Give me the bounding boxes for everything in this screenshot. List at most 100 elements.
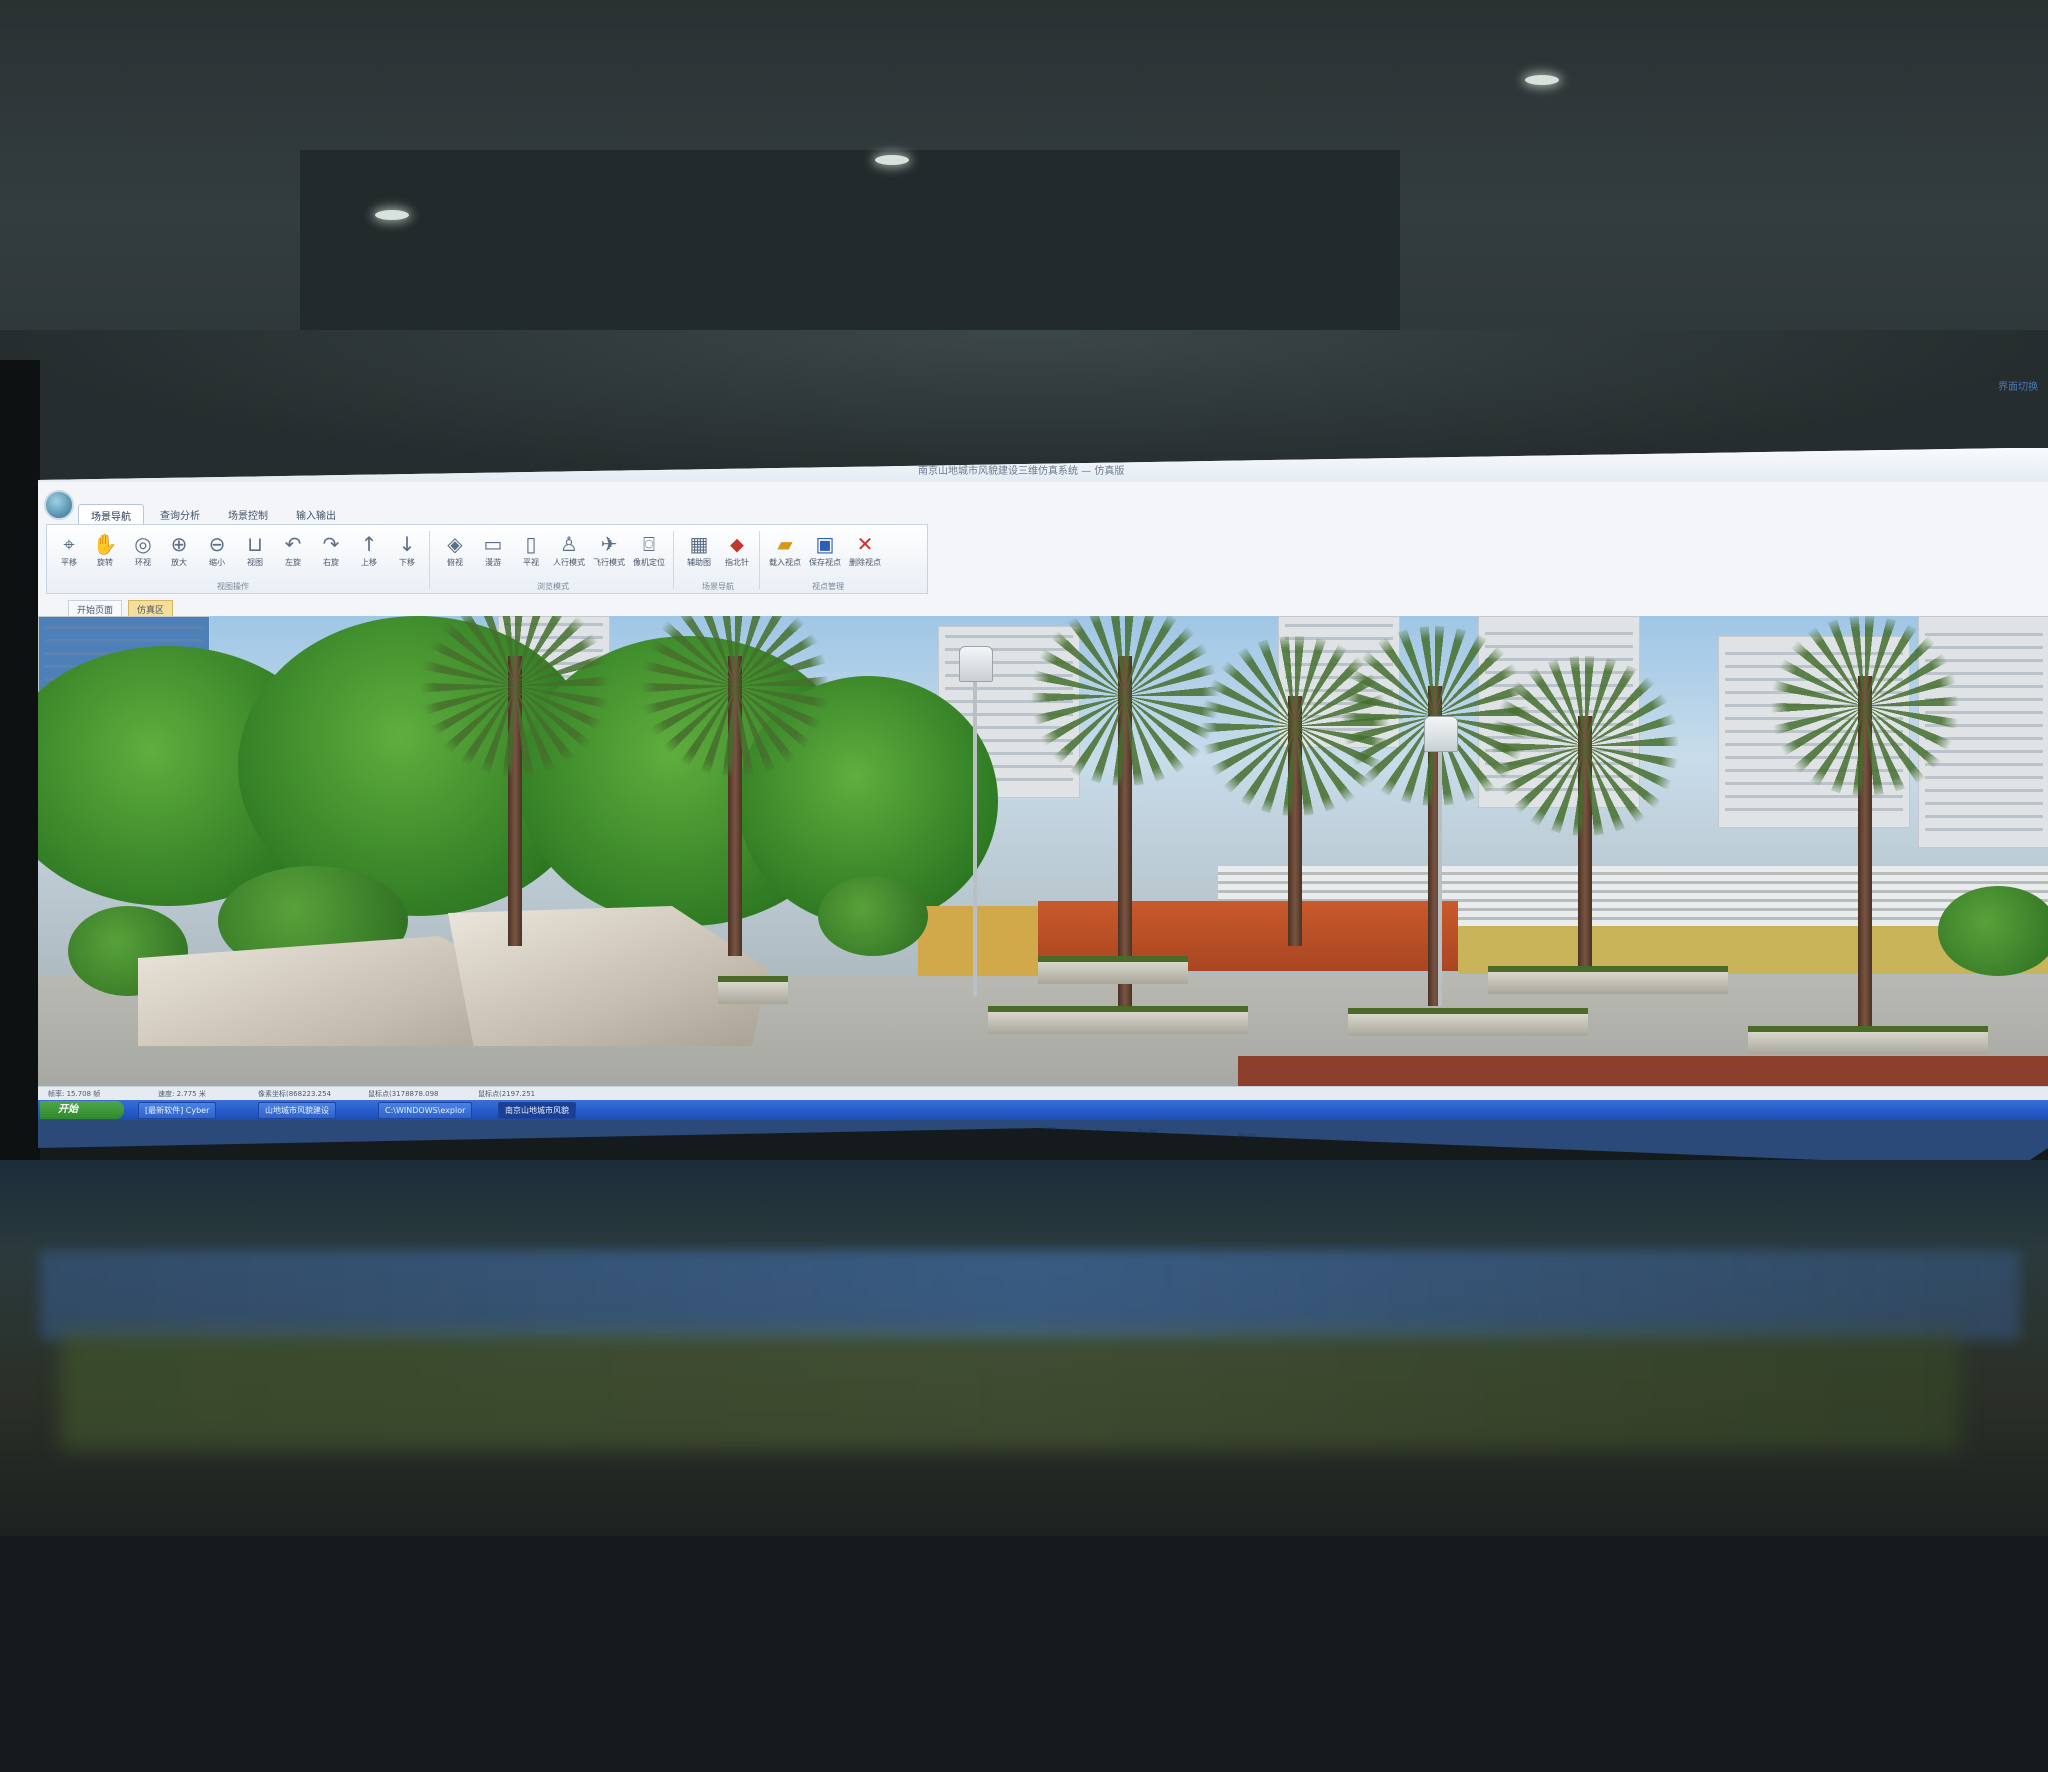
3d-scene-viewport[interactable] [38, 616, 2048, 1086]
group-label-scene-nav: 场景导航 [702, 582, 734, 591]
right-edge-label: 界面切换 [1998, 382, 2038, 393]
projection-screen: 南京山地城市风貌建设三维仿真系统 — 仿真版 场景导航 查询分析 场景控制 输入… [38, 448, 2048, 1168]
walk-icon: ▭ [483, 532, 503, 556]
floor-reflection [60, 1330, 1960, 1450]
num-lock-indicator: NUM [1438, 1144, 1457, 1153]
save-icon: ▣ [815, 532, 835, 556]
tree-planter [1488, 966, 1728, 994]
arrow-up-icon: ↑ [360, 532, 378, 556]
tree-planter [718, 976, 788, 1004]
orbit-button[interactable]: ◎ 环视 [125, 531, 161, 568]
status-coordinate-z: 鼠标点(2197.251 [478, 1090, 536, 1098]
start-button[interactable]: 开始 [40, 1101, 124, 1119]
street-lamp [1424, 716, 1458, 752]
hand-icon: ✋ [92, 532, 118, 556]
app-window: 南京山地城市风貌建设三维仿真系统 — 仿真版 场景导航 查询分析 场景控制 输入… [38, 448, 2048, 1101]
rotate-left-button[interactable]: ↶ 左旋 [275, 531, 311, 568]
pan-button[interactable]: ⌖ 平移 [51, 531, 87, 568]
zoom-out-button[interactable]: ⊖ 缩小 [199, 531, 235, 568]
status-speed: 速度: 2.775 米 [158, 1090, 206, 1098]
taskbar-item-active[interactable]: 南京山地城市风貌 [498, 1102, 576, 1119]
num-lock-indicator: NUM [1338, 1138, 1357, 1147]
status-bar: 帧率: 15.708 帧 速度: 2.775 米 像素坐标(868223.254… [38, 1086, 2048, 1101]
compass-button[interactable]: ⬥ 指北针 [719, 531, 755, 568]
level-view-icon: ▯ [525, 532, 537, 556]
red-paving [1238, 1056, 2048, 1086]
load-viewpoint-button[interactable]: ▰ 载入视点 [767, 531, 803, 568]
shrub [1938, 886, 2048, 976]
zoom-out-icon: ⊖ [208, 532, 226, 556]
taskbar: 开始 [最新软件] Cyber 山地城市风貌建设 C:\WINDOWS\expl… [38, 1100, 2048, 1120]
tree-planter [988, 1006, 1248, 1034]
taskbar-item[interactable]: 山地城市风貌建设 [258, 1102, 336, 1119]
ceiling-spotlight [375, 210, 409, 220]
delete-viewpoint-button[interactable]: ✕ 删除视点 [847, 531, 883, 568]
street-lamp-post [973, 676, 977, 996]
ribbon-toolbar: ⌖ 平移 ✋ 旋转 ◎ 环视 ⊕ 放大 ⊖ 缩小 ⊔ 视图 ↶ 左旋 ↷ 右旋 ↑ 上移 ↓ 下移 … [46, 524, 928, 594]
group-label-view-ops: 视图操作 [217, 582, 249, 591]
orbit-icon: ◎ [134, 532, 152, 556]
floor-reflection [40, 1250, 2020, 1340]
ceiling-spotlight [875, 155, 909, 165]
street-lamp [959, 646, 993, 682]
tab-query-analysis[interactable]: 查询分析 [148, 504, 212, 526]
map-icon: ▦ [689, 532, 709, 556]
camera-icon: ⌼ [643, 532, 655, 556]
view-button[interactable]: ⊔ 视图 [237, 531, 273, 568]
zoom-in-button[interactable]: ⊕ 放大 [161, 531, 197, 568]
tab-scene-control[interactable]: 场景控制 [216, 504, 280, 526]
arrow-down-icon: ↓ [398, 532, 416, 556]
rotate-button[interactable]: ✋ 旋转 [87, 531, 123, 568]
group-separator [673, 531, 674, 589]
group-separator [759, 531, 760, 589]
room-background: 界面切换 南京山地城市风貌建设三维仿真系统 — 仿真版 场景导航 查询分析 场景… [0, 0, 2048, 1536]
crosshair-icon: ⌖ [63, 532, 75, 556]
top-view-icon: ◈ [447, 532, 463, 556]
rotate-left-icon: ↶ [284, 532, 302, 556]
palm-fronds [1025, 616, 1225, 786]
view-icon: ⊔ [247, 532, 263, 556]
yellow-wall [918, 906, 1058, 976]
num-lock-indicator: NUM [1138, 1128, 1157, 1137]
ceiling-recess [300, 150, 1400, 340]
tree-planter [1038, 956, 1188, 984]
flight-icon: ✈ [600, 532, 618, 556]
group-label-viewpoint-mgmt: 视点管理 [812, 582, 844, 591]
move-up-button[interactable]: ↑ 上移 [351, 531, 387, 568]
pedestrian-icon: ♙ [560, 532, 578, 556]
camera-position-button[interactable]: ⌼ 像机定位 [631, 531, 667, 568]
taskbar-item[interactable]: [最新软件] Cyber [138, 1102, 217, 1119]
taskbar-item[interactable]: C:\WINDOWS\explor [378, 1102, 473, 1119]
status-frame-rate: 帧率: 15.708 帧 [48, 1090, 101, 1098]
num-lock-indicator: NUM [1238, 1132, 1257, 1141]
palm-fronds [1485, 656, 1685, 836]
walk-button[interactable]: ▭ 漫游 [475, 531, 511, 568]
rotate-right-button[interactable]: ↷ 右旋 [313, 531, 349, 568]
pedestrian-mode-button[interactable]: ♙ 人行模式 [551, 531, 587, 568]
delete-icon: ✕ [856, 532, 874, 556]
tab-scene-navigation[interactable]: 场景导航 [78, 504, 144, 526]
save-viewpoint-button[interactable]: ▣ 保存视点 [807, 531, 843, 568]
group-label-browse-mode: 浏览模式 [537, 582, 569, 591]
top-view-button[interactable]: ◈ 俯视 [437, 531, 473, 568]
tab-input-output[interactable]: 输入输出 [284, 504, 348, 526]
status-coordinate-y: 鼠标点(3178878.098 [368, 1090, 439, 1098]
palm-fronds [1765, 616, 1965, 796]
level-view-button[interactable]: ▯ 平视 [513, 531, 549, 568]
rotate-right-icon: ↷ [322, 532, 340, 556]
ceiling-spotlight [1525, 75, 1559, 85]
auxiliary-map-button[interactable]: ▦ 辅助图 [681, 531, 717, 568]
group-separator [429, 531, 430, 589]
folder-open-icon: ▰ [777, 532, 793, 556]
compass-icon: ⬥ [730, 532, 744, 556]
app-menu-button[interactable] [44, 490, 74, 520]
ribbon-tabs: 场景导航 查询分析 场景控制 输入输出 [78, 504, 348, 526]
shrub [818, 876, 928, 956]
system-tray [1978, 1752, 2048, 1772]
tree-planter [1748, 1026, 1988, 1054]
zoom-in-icon: ⊕ [170, 532, 188, 556]
ceiling [0, 0, 2048, 480]
move-down-button[interactable]: ↓ 下移 [389, 531, 425, 568]
status-coordinate-x: 像素坐标(868223.254 [258, 1090, 332, 1098]
flight-mode-button[interactable]: ✈ 飞行模式 [591, 531, 627, 568]
